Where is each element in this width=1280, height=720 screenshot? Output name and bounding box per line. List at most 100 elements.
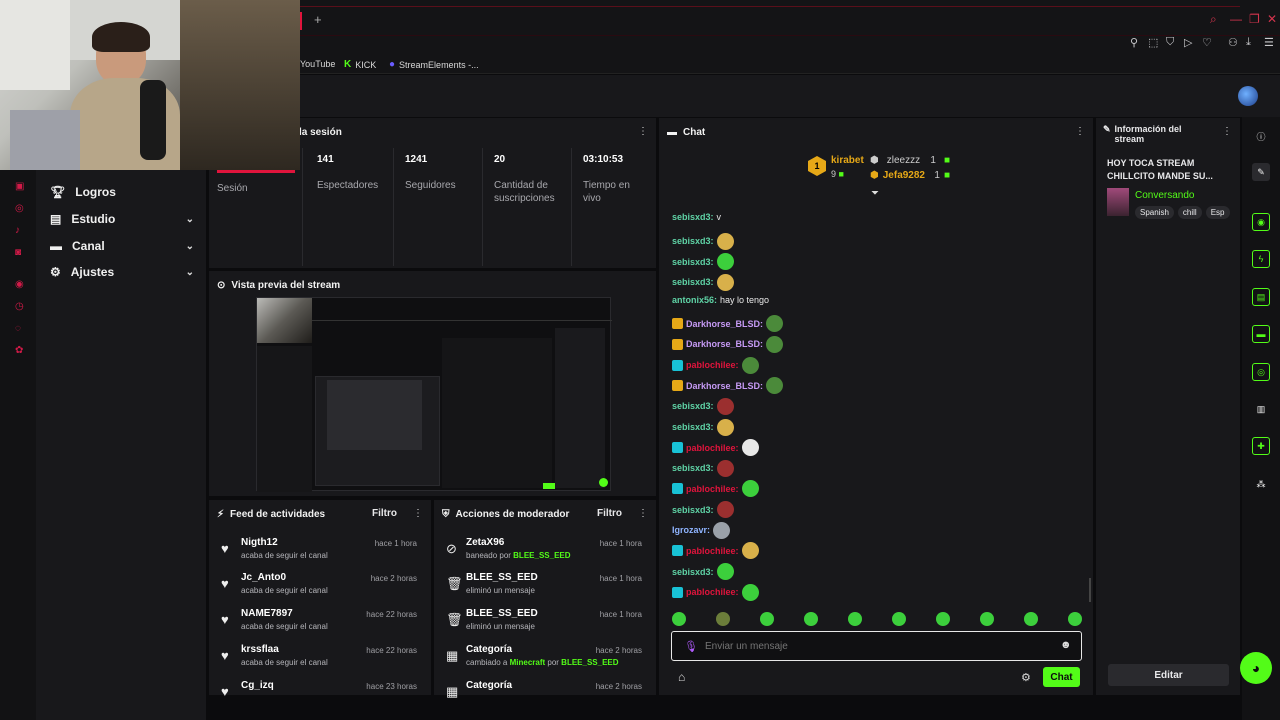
maximize-icon[interactable]: ❐ (1249, 12, 1260, 26)
bookmark-youtube[interactable]: YouTube (300, 59, 335, 69)
chat-scrollbar[interactable] (1089, 578, 1091, 602)
instagram-icon[interactable]: ◎ (15, 203, 24, 214)
bookmark-icon[interactable]: ⚲ (1130, 36, 1138, 49)
send-chat-button[interactable]: Chat (1043, 667, 1080, 687)
chat-username[interactable]: sebisxd3: (672, 422, 714, 432)
sidebar-item-ajustes[interactable]: ⚙ Ajustes ⌄ (50, 265, 194, 279)
message-icon[interactable]: ◌ (15, 323, 21, 334)
sidebar-item-logros[interactable]: 🏆︎ Logros (50, 185, 194, 199)
activity-user[interactable]: NAME7897 (241, 608, 293, 619)
emote-icon[interactable] (848, 612, 862, 626)
lightning-icon[interactable]: ϟ (1252, 250, 1270, 268)
heart-icon[interactable]: ♡ (1202, 36, 1212, 49)
layers-icon[interactable]: ▥ (1252, 400, 1270, 418)
top-gifter-name[interactable]: kirabet (831, 155, 864, 166)
category-thumbnail[interactable] (1107, 188, 1129, 216)
play-icon[interactable]: ▷ (1184, 36, 1192, 49)
close-icon[interactable]: ✕ (1267, 12, 1277, 26)
minimize-icon[interactable]: — (1230, 12, 1242, 26)
chat-username[interactable]: Darkhorse_BLSD: (686, 339, 763, 349)
nodes-icon[interactable]: ⁂ (1252, 475, 1270, 493)
chat-username[interactable]: pablochilee: (686, 546, 739, 556)
chat-username[interactable]: sebisxd3: (672, 463, 714, 473)
wrench-icon[interactable]: ✚ (1252, 437, 1270, 455)
chat-username[interactable]: Igrozavr: (672, 525, 710, 535)
emote-icon[interactable] (716, 612, 730, 626)
pencil-icon[interactable]: ✎ (1252, 163, 1270, 181)
more-options-icon[interactable]: ⋮ (638, 508, 648, 519)
document-icon[interactable]: ▤ (1252, 288, 1270, 306)
screenshot-icon[interactable]: ⬚ (1148, 36, 1158, 49)
profile-icon[interactable]: ⚇ (1228, 36, 1238, 49)
tag[interactable]: Esp (1205, 206, 1230, 219)
emote-icon[interactable] (804, 612, 818, 626)
bookmark-kick[interactable]: K KICK (344, 59, 376, 70)
chat-username[interactable]: Darkhorse_BLSD: (686, 381, 763, 391)
camera-icon[interactable]: ◉ (1252, 213, 1270, 231)
tiktok-icon[interactable]: ♪ (15, 225, 20, 236)
chat-username[interactable]: pablochilee: (686, 360, 739, 370)
download-icon[interactable]: ⤓ (1246, 36, 1251, 49)
activity-user[interactable]: krssflaa (241, 644, 279, 655)
chat-social-icon[interactable]: ▣ (15, 181, 24, 192)
settings-social-icon[interactable]: ✿ (15, 345, 23, 356)
emote-icon[interactable] (892, 612, 906, 626)
activity-user[interactable]: Cg_izq (241, 680, 274, 691)
category-name[interactable]: Conversando (1135, 190, 1194, 201)
chat-username[interactable]: pablochilee: (686, 587, 739, 597)
more-options-icon[interactable]: ⋮ (638, 126, 648, 137)
microphone-icon[interactable]: 🎙︎ (684, 640, 698, 653)
activity-filter-button[interactable]: Filtro (372, 508, 397, 519)
chat-username[interactable]: antonix56: (672, 295, 717, 305)
chat-bubble-icon[interactable]: ▬ (1252, 325, 1270, 343)
bookmark-streamelements[interactable]: ● StreamElements -... (389, 59, 479, 70)
more-options-icon[interactable]: ⋮ (1075, 126, 1085, 137)
chat-username[interactable]: sebisxd3: (672, 505, 714, 515)
record-icon[interactable]: ◉ (15, 279, 24, 290)
mod-filter-button[interactable]: Filtro (597, 508, 622, 519)
chat-username[interactable]: pablochilee: (686, 484, 739, 494)
top-gifter-row[interactable]: ⬢ Jefa9282 1 ■ (870, 170, 950, 181)
mod-target[interactable]: BLEE_SS_EED (466, 572, 538, 583)
sidebar-item-estudio[interactable]: ▤ Estudio ⌄ (50, 212, 194, 226)
emote-icon[interactable] (760, 612, 774, 626)
chat-username[interactable]: Darkhorse_BLSD: (686, 319, 763, 329)
stream-preview-video[interactable] (256, 297, 612, 492)
emote-icon[interactable] (1068, 612, 1082, 626)
search-icon[interactable]: ⌕ (1210, 12, 1217, 27)
emote-icon[interactable] (980, 612, 994, 626)
emote-icon[interactable] (936, 612, 950, 626)
chat-username[interactable]: sebisxd3: (672, 212, 714, 222)
chat-input-box[interactable]: 🎙︎ ☻ (671, 631, 1082, 661)
edit-stream-button[interactable]: Editar (1108, 664, 1229, 686)
chat-settings-icon[interactable]: ⚙ (1021, 671, 1031, 684)
clock-icon[interactable]: ◷ (15, 301, 24, 312)
chat-username[interactable]: sebisxd3: (672, 257, 714, 267)
more-options-icon[interactable]: ⋮ (413, 508, 423, 519)
store-icon[interactable]: ⌂ (678, 670, 685, 684)
support-chat-icon[interactable]: ◕ (1240, 652, 1272, 684)
sidebar-item-canal[interactable]: ▬ Canal ⌄ (50, 239, 194, 253)
chat-username[interactable]: sebisxd3: (672, 277, 714, 287)
mod-target[interactable]: BLEE_SS_EED (466, 608, 538, 619)
emoji-icon[interactable]: ☻ (1060, 639, 1072, 651)
mod-target[interactable]: Categoría (466, 680, 512, 691)
top-gifter-row[interactable]: ⬢ zleezzz 1 ■ (870, 155, 950, 166)
discord-icon[interactable]: ◙ (15, 247, 21, 258)
emote-icon[interactable] (672, 612, 686, 626)
activity-user[interactable]: Jc_Anto0 (241, 572, 286, 583)
activity-user[interactable]: Nigth12 (241, 537, 278, 548)
avatar[interactable] (1238, 86, 1258, 106)
info-icon[interactable]: ⓘ (1252, 127, 1270, 145)
tag[interactable]: Spanish (1135, 206, 1174, 219)
new-tab-button[interactable]: + (314, 12, 322, 27)
chat-username[interactable]: sebisxd3: (672, 236, 714, 246)
more-options-icon[interactable]: ⋮ (1222, 126, 1232, 137)
menu-icon[interactable]: ☰ (1264, 36, 1274, 49)
mod-target[interactable]: Categoría (466, 644, 512, 655)
tag[interactable]: chill (1177, 206, 1202, 219)
emote-icon[interactable] (1024, 612, 1038, 626)
chat-username[interactable]: sebisxd3: (672, 401, 714, 411)
chat-username[interactable]: sebisxd3: (672, 567, 714, 577)
collapse-gifters-icon[interactable]: ⏷ (871, 188, 879, 199)
